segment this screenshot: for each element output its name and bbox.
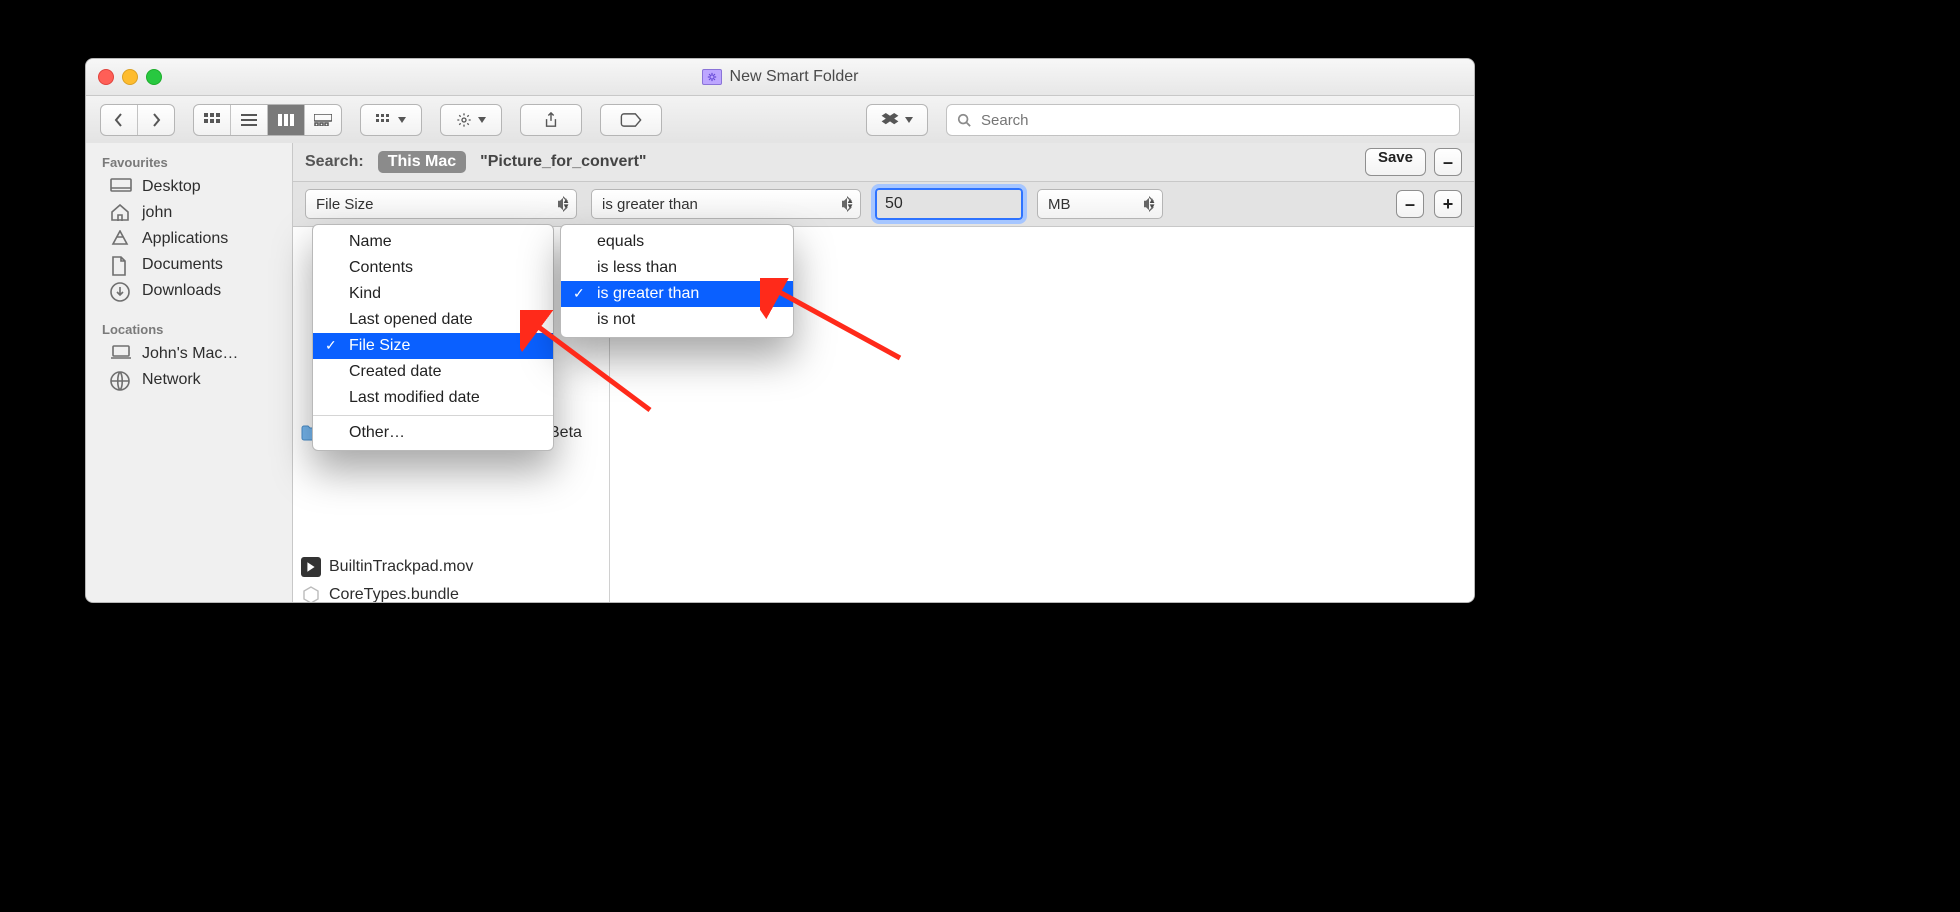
view-switcher — [193, 104, 342, 136]
sidebar-item-applications[interactable]: Applications — [86, 226, 292, 252]
column-view-button[interactable] — [268, 105, 305, 135]
criteria-operator-popup[interactable]: is greater than ▲▼ — [591, 189, 861, 219]
menu-item-less-than[interactable]: is less than — [561, 255, 793, 281]
collapse-criteria-button[interactable]: – — [1434, 148, 1462, 176]
search-icon — [957, 113, 971, 127]
minimize-window-button[interactable] — [122, 69, 138, 85]
menu-item-last-modified-date[interactable]: Last modified date — [313, 385, 553, 411]
menu-separator — [313, 415, 553, 416]
menu-item-kind[interactable]: Kind — [313, 281, 553, 307]
remove-criteria-button[interactable]: – — [1396, 190, 1424, 218]
applications-icon — [110, 230, 132, 248]
list-item[interactable]: CoreTypes.bundle — [301, 585, 459, 603]
menu-item-file-size[interactable]: File Size — [313, 333, 553, 359]
sidebar-item-downloads[interactable]: Downloads — [86, 278, 292, 304]
sidebar-item-label: john — [142, 204, 172, 222]
scope-current-folder[interactable]: "Picture_for_convert" — [480, 153, 646, 171]
close-window-button[interactable] — [98, 69, 114, 85]
sidebar-favourites-header: Favourites — [86, 151, 292, 174]
sidebar-item-label: Desktop — [142, 178, 201, 196]
add-criteria-button[interactable]: + — [1434, 190, 1462, 218]
laptop-icon — [110, 345, 132, 363]
sidebar-item-label: Applications — [142, 230, 228, 248]
file-name: CoreTypes.bundle — [329, 586, 459, 603]
smart-folder-icon — [702, 69, 722, 85]
menu-item-greater-than[interactable]: is greater than — [561, 281, 793, 307]
menu-item-created-date[interactable]: Created date — [313, 359, 553, 385]
forward-button[interactable] — [138, 105, 174, 135]
updown-caret-icon: ▲▼ — [1148, 198, 1156, 210]
scope-this-mac[interactable]: This Mac — [378, 151, 466, 173]
network-icon — [110, 371, 132, 389]
sidebar-item-network[interactable]: Network — [86, 367, 292, 393]
criteria-attribute-popup[interactable]: File Size ▲▼ — [305, 189, 577, 219]
sidebar-item-desktop[interactable]: Desktop — [86, 174, 292, 200]
menu-item-contents[interactable]: Contents — [313, 255, 553, 281]
search-scope-bar: Search: This Mac "Picture_for_convert" S… — [293, 143, 1474, 182]
sidebar-item-documents[interactable]: Documents — [86, 252, 292, 278]
menu-item-last-opened-date[interactable]: Last opened date — [313, 307, 553, 333]
search-criteria-row: File Size ▲▼ is greater than ▲▼ MB ▲▼ – — [293, 182, 1474, 227]
sidebar-item-home[interactable]: john — [86, 200, 292, 226]
movie-icon — [301, 557, 321, 577]
menu-item-other[interactable]: Other… — [313, 420, 553, 446]
search-input[interactable] — [979, 111, 1449, 130]
home-icon — [110, 204, 132, 222]
tags-button[interactable] — [600, 104, 662, 136]
finder-window: New Smart Folder — [85, 58, 1475, 603]
search-label: Search: — [305, 153, 364, 171]
downloads-icon — [110, 282, 132, 300]
criteria-unit-popup[interactable]: MB ▲▼ — [1037, 189, 1163, 219]
share-button[interactable] — [520, 104, 582, 136]
nav-buttons — [100, 104, 175, 136]
sidebar-item-label: Documents — [142, 256, 223, 274]
sidebar-locations-header: Locations — [86, 318, 292, 341]
sidebar-item-label: John's Mac… — [142, 345, 238, 363]
sidebar-item-this-mac[interactable]: John's Mac… — [86, 341, 292, 367]
arrange-button[interactable] — [360, 104, 422, 136]
window-controls — [98, 69, 162, 85]
menu-item-is-not[interactable]: is not — [561, 307, 793, 333]
dropbox-button[interactable] — [866, 104, 928, 136]
updown-caret-icon: ▲▼ — [562, 198, 570, 210]
documents-icon — [110, 256, 132, 274]
updown-caret-icon: ▲▼ — [846, 198, 854, 210]
sidebar: Favourites Desktop john Applications Doc… — [86, 143, 293, 602]
back-button[interactable] — [101, 105, 138, 135]
action-button[interactable] — [440, 104, 502, 136]
operator-dropdown: equals is less than is greater than is n… — [560, 224, 794, 338]
sidebar-item-label: Network — [142, 371, 201, 389]
bundle-icon — [301, 585, 321, 603]
save-search-button[interactable]: Save — [1365, 148, 1426, 176]
sidebar-item-label: Downloads — [142, 282, 221, 300]
file-name: BuiltinTrackpad.mov — [329, 558, 473, 576]
criteria-operator-label: is greater than — [602, 196, 698, 213]
list-item[interactable]: BuiltinTrackpad.mov — [301, 557, 473, 577]
toolbar — [86, 96, 1474, 145]
search-field[interactable] — [946, 104, 1460, 136]
menu-item-name[interactable]: Name — [313, 229, 553, 255]
criteria-value-input[interactable] — [875, 188, 1023, 220]
criteria-attribute-label: File Size — [316, 196, 374, 213]
icon-view-button[interactable] — [194, 105, 231, 135]
criteria-unit-label: MB — [1048, 196, 1071, 213]
zoom-window-button[interactable] — [146, 69, 162, 85]
titlebar: New Smart Folder — [86, 59, 1474, 96]
gallery-view-button[interactable] — [305, 105, 341, 135]
list-view-button[interactable] — [231, 105, 268, 135]
menu-item-equals[interactable]: equals — [561, 229, 793, 255]
window-title: New Smart Folder — [730, 68, 859, 86]
attribute-dropdown: Name Contents Kind Last opened date File… — [312, 224, 554, 451]
desktop-icon — [110, 178, 132, 196]
